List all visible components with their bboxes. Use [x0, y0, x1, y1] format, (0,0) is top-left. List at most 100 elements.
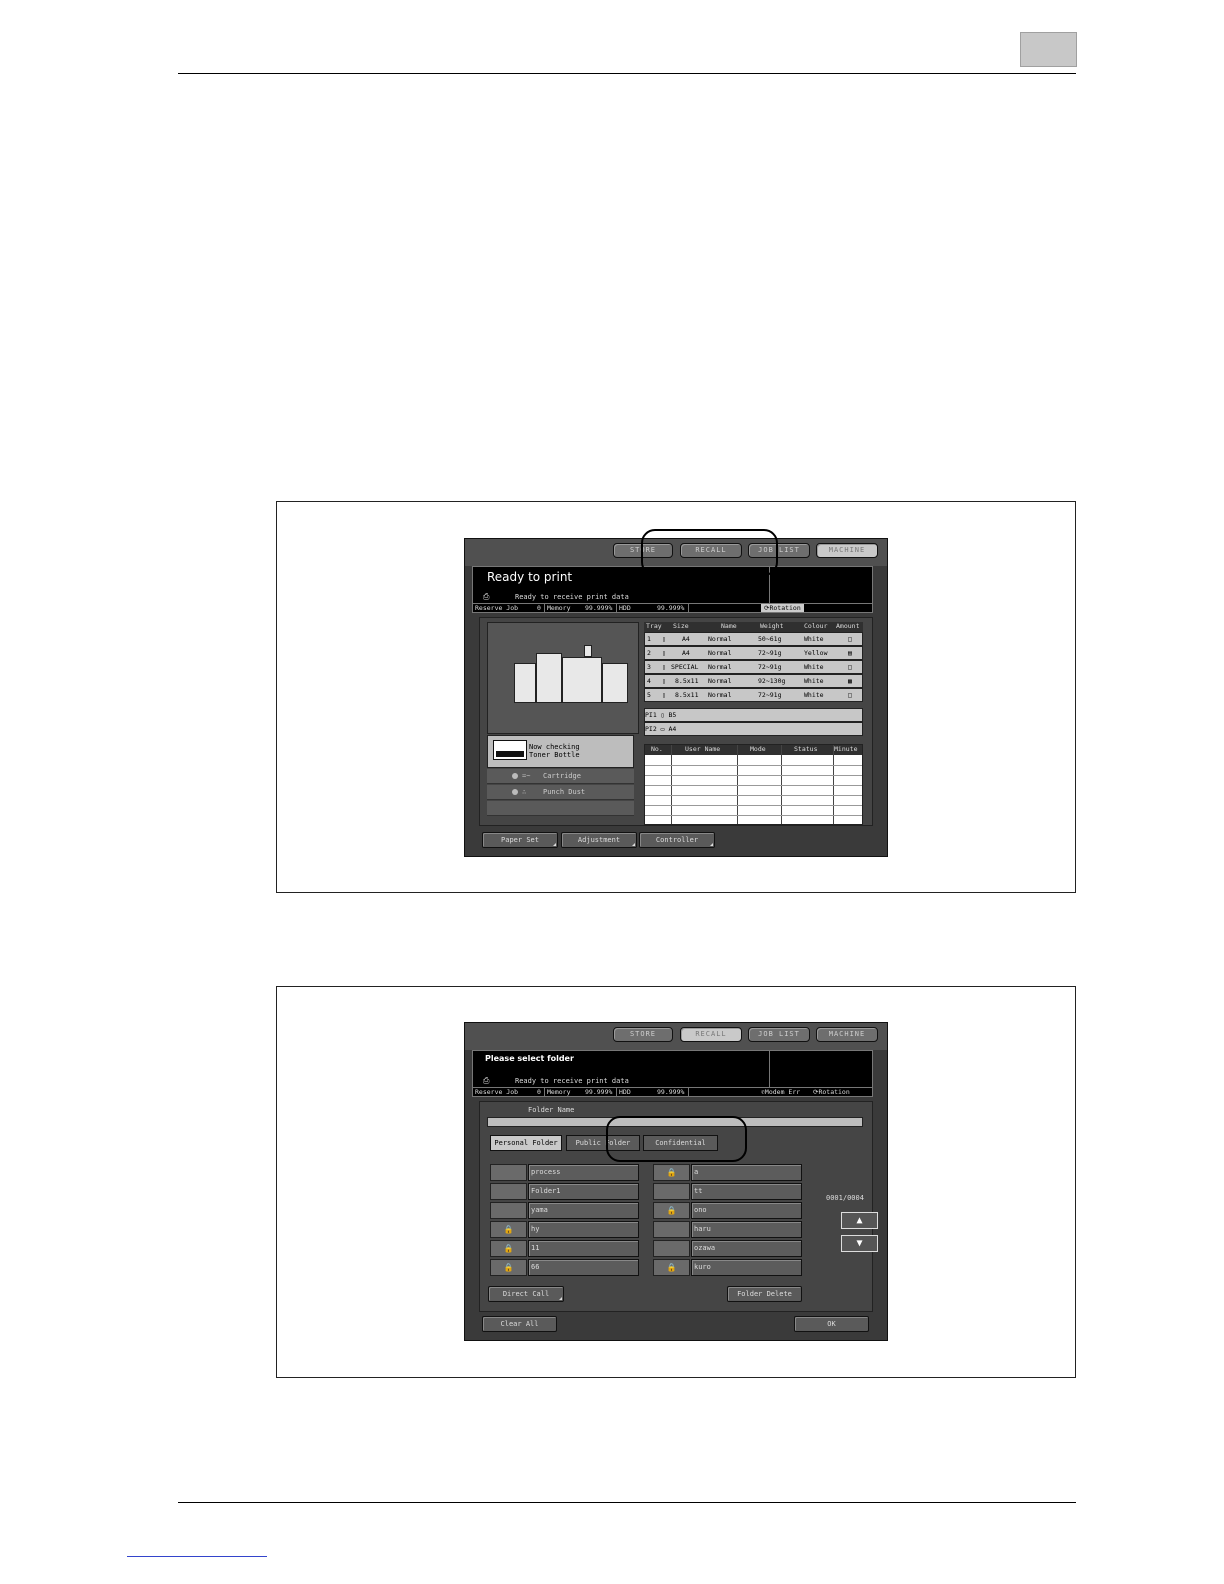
- job-grid-line: [645, 805, 862, 806]
- job-table-header: No. User Name Mode Status Minute: [645, 745, 862, 755]
- punch-dust-label: Punch Dust: [543, 788, 586, 796]
- reserve-job-label: Reserve Job: [473, 1088, 545, 1096]
- amount-icon: □: [848, 691, 852, 699]
- tray-weight: 72~91g: [758, 691, 782, 699]
- folder-button[interactable]: kuro: [691, 1259, 802, 1276]
- recall-button[interactable]: RECALL: [680, 1027, 742, 1042]
- folder-button[interactable]: ozawa: [691, 1240, 802, 1257]
- lock-icon: 🔒: [490, 1240, 527, 1257]
- hdd-value: 99.999%: [657, 604, 685, 612]
- memory-value: 99.999%: [585, 1088, 613, 1096]
- notice-line-1: Now checking: [529, 743, 580, 751]
- direct-call-button[interactable]: Direct Call: [488, 1286, 564, 1302]
- store-button[interactable]: STORE: [613, 1027, 673, 1042]
- screen2-recall-panel: STORE RECALL JOB LIST MACHINE Please sel…: [464, 1022, 888, 1341]
- adjustment-button[interactable]: Adjustment: [561, 832, 637, 848]
- message-area: Please select folder ⎙ Ready to receive …: [472, 1050, 873, 1088]
- tray-weight: 72~91g: [758, 649, 782, 657]
- status-bar: Reserve Job 0 Memory 99.999% HDD 99.999%…: [472, 603, 873, 613]
- status-bar: Reserve Job 0 Memory 99.999% HDD 99.999%…: [472, 1087, 873, 1097]
- pi-row[interactable]: PI2 ▭ A4: [644, 722, 863, 736]
- header-rule: [178, 73, 1076, 74]
- job-list-button[interactable]: JOB LIST: [748, 1027, 810, 1042]
- hdd-value: 99.999%: [657, 1088, 685, 1096]
- amount-icon: ▩: [848, 677, 852, 685]
- controller-button[interactable]: Controller: [639, 832, 715, 848]
- col-status: Status: [794, 745, 818, 753]
- rotation-indicator: ⟳Rotation: [813, 1088, 850, 1096]
- folder-button[interactable]: 66: [528, 1259, 639, 1276]
- paper-icon: ▯: [662, 677, 666, 685]
- tray-table-header: Tray Size Name Weight Colour Amount: [644, 622, 863, 632]
- tray-colour: White: [804, 663, 824, 671]
- punch-dust-status-row: ∴ Punch Dust: [487, 785, 634, 800]
- paper-set-button[interactable]: Paper Set: [482, 832, 558, 848]
- message-subtitle: Ready to receive print data: [515, 593, 629, 601]
- col-minute: Minute: [834, 745, 858, 753]
- footer-link-underline[interactable]: [127, 1556, 267, 1557]
- lock-icon: 🔒: [490, 1221, 527, 1238]
- job-grid-line: [645, 785, 862, 786]
- control-panel-unit: [584, 645, 592, 657]
- tray-number: 3: [647, 663, 651, 671]
- folder-button[interactable]: Folder1: [528, 1183, 639, 1200]
- lock-icon: 🔒: [653, 1259, 690, 1276]
- tray-number: 1: [647, 635, 651, 643]
- tray-size: 8.5x11: [675, 691, 699, 699]
- confidential-callout-oval: [606, 1116, 747, 1162]
- tray-colour: White: [804, 635, 824, 643]
- folder-lock-cell: [653, 1221, 690, 1238]
- tray-row[interactable]: 3 ▯ SPECIAL Normal 72~91g White □: [644, 660, 863, 674]
- tray-row[interactable]: 2 ▯ A4 Normal 72~91g Yellow ▤: [644, 646, 863, 660]
- folder-lock-cell: [490, 1183, 527, 1200]
- folder-button[interactable]: ono: [691, 1202, 802, 1219]
- tray-row[interactable]: 4 ▯ 8.5x11 Normal 92~130g White ▩: [644, 674, 863, 688]
- message-title: Ready to print: [487, 570, 573, 584]
- col-tray: Tray: [646, 622, 662, 630]
- clear-all-button[interactable]: Clear All: [482, 1316, 557, 1332]
- toner-notice: Now checking Toner Bottle: [487, 735, 634, 768]
- ok-button[interactable]: OK: [794, 1316, 869, 1332]
- pi-row[interactable]: PI1 ▯ B5: [644, 708, 863, 722]
- folder-button[interactable]: haru: [691, 1221, 802, 1238]
- folder-lock-cell: [490, 1202, 527, 1219]
- tray-colour: White: [804, 677, 824, 685]
- tray-name: Normal: [708, 635, 732, 643]
- lock-icon: 🔒: [490, 1259, 527, 1276]
- col-user-name: User Name: [685, 745, 721, 753]
- col-mode: Mode: [750, 745, 766, 753]
- machine-button[interactable]: MACHINE: [816, 1027, 878, 1042]
- folder-button[interactable]: yama: [528, 1202, 639, 1219]
- pi-label: PI1: [645, 711, 657, 719]
- recall-callout-oval: [641, 529, 778, 576]
- page-up-arrow-icon[interactable]: ▲: [841, 1212, 878, 1229]
- folder-button[interactable]: 11: [528, 1240, 639, 1257]
- tray-size: A4: [682, 635, 690, 643]
- folder-lock-cell: [653, 1240, 690, 1257]
- tray-row[interactable]: 5 ▯ 8.5x11 Normal 72~91g White □: [644, 688, 863, 702]
- message-subtitle: Ready to receive print data: [515, 1077, 629, 1085]
- col-weight: Weight: [760, 622, 784, 630]
- folder-button[interactable]: hy: [528, 1221, 639, 1238]
- folder-button[interactable]: a: [691, 1164, 802, 1181]
- tab-personal-folder[interactable]: Personal Folder: [490, 1135, 562, 1151]
- finisher-unit: [514, 663, 536, 703]
- notice-line-2: Toner Bottle: [529, 751, 580, 759]
- chapter-tab: [1020, 32, 1077, 67]
- folder-button[interactable]: process: [528, 1164, 639, 1181]
- col-no: No.: [651, 745, 663, 753]
- paper-icon: ▯: [662, 691, 666, 699]
- amount-icon: ▤: [848, 649, 852, 657]
- tray-row[interactable]: 1 ▯ A4 Normal 50~61g White □: [644, 632, 863, 646]
- paper-feed-unit: [602, 663, 628, 703]
- footer-rule: [178, 1502, 1076, 1503]
- folder-button[interactable]: tt: [691, 1183, 802, 1200]
- printer-icon: ⎙: [483, 592, 490, 601]
- machine-button[interactable]: MACHINE: [816, 543, 878, 558]
- memory-value: 99.999%: [585, 604, 613, 612]
- printer-icon: ⎙: [483, 1076, 490, 1085]
- job-grid-line: [645, 765, 862, 766]
- page-down-arrow-icon[interactable]: ▼: [841, 1235, 878, 1252]
- folder-delete-button[interactable]: Folder Delete: [727, 1286, 802, 1302]
- tray-colour: White: [804, 691, 824, 699]
